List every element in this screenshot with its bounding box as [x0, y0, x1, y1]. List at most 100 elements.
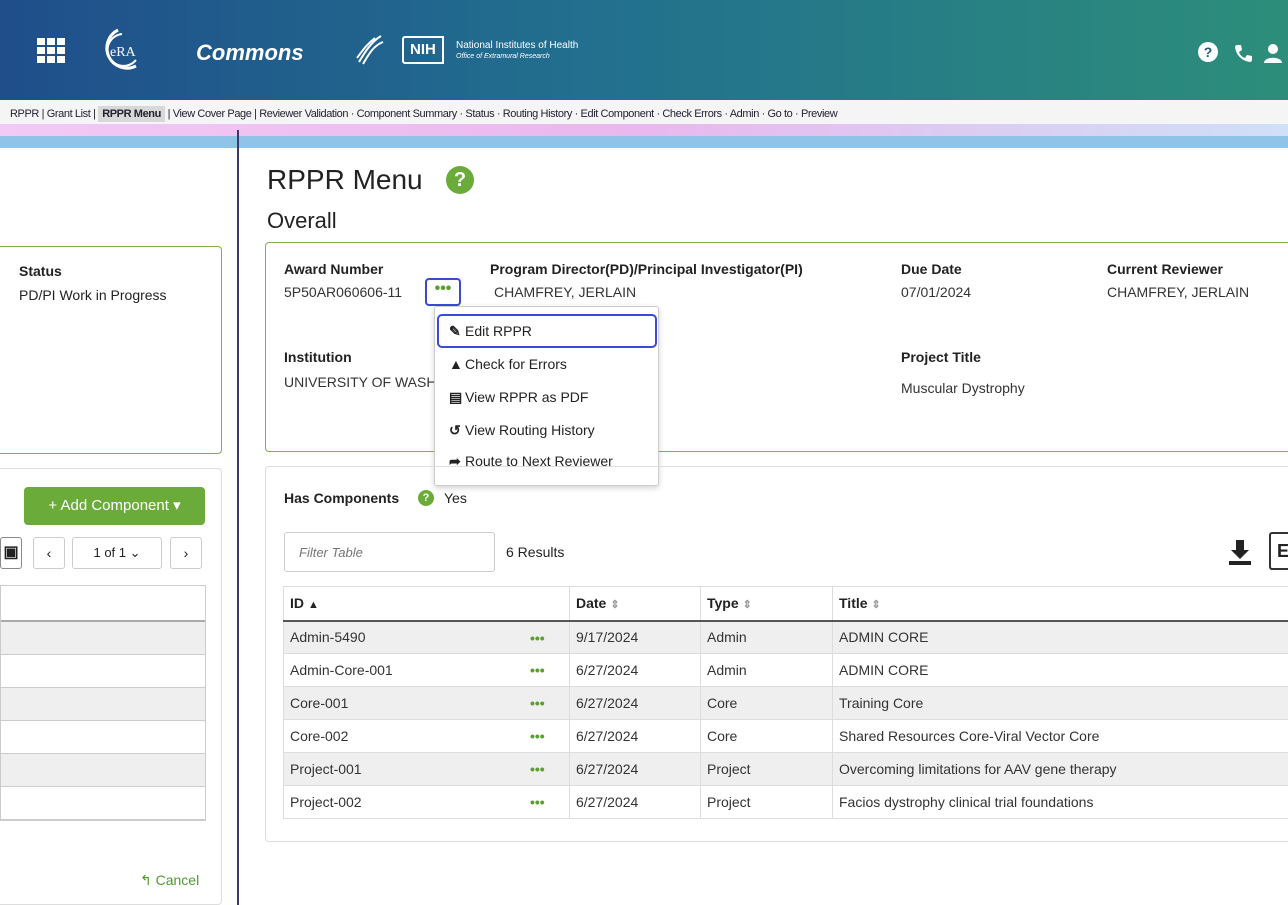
menu-item-view-pdf[interactable]: ▤ View RPPR as PDF — [449, 389, 588, 406]
current-reviewer-value: CHAMFREY, JERLAIN — [1107, 284, 1250, 300]
col-header-title[interactable]: Title ⇕ — [832, 586, 1288, 622]
nih-name: National Institutes of Health Office of … — [456, 40, 578, 62]
left-list-row[interactable] — [1, 787, 205, 820]
sort-icon: ⇕ — [742, 599, 752, 612]
cancel-link[interactable]: ↰ Cancel — [140, 872, 199, 889]
menu-item-check-errors[interactable]: ▲ Check for Errors — [449, 356, 567, 372]
hhs-logo — [356, 35, 384, 65]
columns-icon[interactable]: ▣ — [0, 537, 22, 569]
component-type-cell: Core — [700, 686, 833, 720]
left-list-row[interactable] — [1, 688, 205, 721]
pdpi-value: CHAMFREY, JERLAIN — [494, 284, 637, 300]
component-title-cell: ADMIN CORE — [832, 620, 1288, 654]
left-list-table — [0, 585, 206, 821]
pdf-icon: ▤ — [449, 389, 463, 405]
pager-page-select[interactable]: 1 of 1 ⌄ — [72, 537, 162, 569]
breadcrumb-current: RPPR Menu — [98, 106, 165, 122]
sort-icon: ⇕ — [610, 599, 620, 612]
award-number-label: Award Number — [284, 261, 384, 277]
component-type-cell: Admin — [700, 653, 833, 687]
due-date-label: Due Date — [901, 261, 962, 277]
menu-item-label: View Routing History — [465, 422, 595, 438]
filter-table-input[interactable] — [284, 532, 495, 572]
menu-item-label: Edit RPPR — [465, 323, 532, 339]
row-actions-button[interactable]: ••• — [530, 728, 545, 744]
table-row[interactable]: Project-002 ••• 6/27/2024 Project Facios dys… — [283, 785, 1288, 819]
institution-label: Institution — [284, 349, 352, 365]
col-header-type[interactable]: Type ⇕ — [700, 586, 833, 622]
row-actions-button[interactable]: ••• — [530, 630, 545, 646]
component-date-cell: 6/27/2024 — [569, 719, 701, 753]
component-date-cell: 6/27/2024 — [569, 752, 701, 786]
component-date-cell: 6/27/2024 — [569, 653, 701, 687]
component-id-cell[interactable]: Project-002 ••• — [283, 785, 570, 819]
status-card: Status PD/PI Work in Progress — [0, 246, 222, 454]
page-subtitle: Overall — [267, 208, 337, 233]
left-list-row[interactable] — [1, 655, 205, 688]
left-list-row[interactable] — [1, 721, 205, 754]
help-icon[interactable]: ? — [446, 166, 474, 194]
component-date-cell: 9/17/2024 — [569, 620, 701, 654]
svg-text:eRA: eRA — [110, 45, 137, 60]
component-type-cell: Core — [700, 719, 833, 753]
table-header-row: ID ▲ Date ⇕ Type ⇕ Title ⇕ — [283, 586, 1288, 622]
sort-asc-icon: ▲ — [308, 599, 319, 612]
component-type-cell: Project — [700, 785, 833, 819]
award-actions-menu: ✎ Edit RPPR ▲ Check for Errors ▤ View RPPR … — [434, 306, 659, 486]
component-title-cell: Overcoming limitations for AAV gene ther… — [832, 752, 1288, 786]
download-icon[interactable] — [1227, 538, 1253, 566]
component-type-cell: Admin — [700, 620, 833, 654]
component-id-cell[interactable]: Admin-5490 ••• — [283, 620, 570, 654]
component-id-cell[interactable]: Core-001 ••• — [283, 686, 570, 720]
table-row[interactable]: Admin-Core-001 ••• 6/27/2024 Admin ADMIN COR… — [283, 653, 1288, 687]
decorative-strip — [0, 124, 1288, 136]
row-actions-button[interactable]: ••• — [530, 761, 545, 777]
sort-icon: ⇕ — [871, 599, 881, 612]
component-id-cell[interactable]: Admin-Core-001 ••• — [283, 653, 570, 687]
left-list-header — [1, 586, 205, 622]
menu-item-routing-history[interactable]: ↺ View Routing History — [449, 422, 595, 439]
table-row[interactable]: Core-001 ••• 6/27/2024 Core Training Core — [283, 686, 1288, 720]
component-date-cell: 6/27/2024 — [569, 686, 701, 720]
components-table: ID ▲ Date ⇕ Type ⇕ Title ⇕ Admin-5490 ••• 9/17… — [283, 586, 1288, 819]
left-list-row[interactable] — [1, 622, 205, 655]
pager-prev-button[interactable]: ‹ — [33, 537, 65, 569]
user-icon[interactable] — [1262, 42, 1284, 64]
nih-subtitle: Office of Extramural Research — [456, 53, 550, 60]
row-actions-button[interactable]: ••• — [530, 794, 545, 810]
left-list-row[interactable] — [1, 754, 205, 787]
column-chooser-icon[interactable]: E — [1269, 532, 1288, 570]
menu-item-label: View RPPR as PDF — [465, 389, 589, 405]
component-id-cell[interactable]: Core-002 ••• — [283, 719, 570, 753]
nih-title: National Institutes of Health — [456, 40, 579, 51]
due-date-value: 07/01/2024 — [901, 284, 972, 300]
help-icon[interactable]: ? — [418, 490, 434, 506]
panel-divider[interactable] — [237, 130, 239, 905]
era-logo[interactable]: eRA — [88, 26, 148, 74]
pager-next-button[interactable]: › — [170, 537, 202, 569]
apps-grid-icon[interactable] — [37, 38, 65, 64]
component-title-cell: Training Core — [832, 686, 1288, 720]
award-number-value: 5P50AR060606-11 — [284, 284, 403, 300]
current-reviewer-label: Current Reviewer — [1107, 261, 1223, 277]
breadcrumb-rest[interactable]: | View Cover Page | Reviewer Validation … — [165, 108, 838, 120]
warning-icon: ▲ — [449, 356, 463, 372]
breadcrumb: RPPR | Grant List | RPPR Menu | View Cov… — [10, 106, 838, 122]
award-actions-button[interactable]: ••• — [425, 278, 461, 306]
row-actions-button[interactable]: ••• — [530, 662, 545, 678]
breadcrumb-prev[interactable]: RPPR | Grant List | — [10, 108, 98, 120]
top-header: eRA Commons NIH National Institutes of H… — [0, 0, 1288, 100]
table-row[interactable]: Admin-5490 ••• 9/17/2024 Admin ADMIN CORE — [283, 620, 1288, 654]
help-icon[interactable]: ? — [1198, 42, 1218, 62]
phone-icon[interactable] — [1232, 42, 1254, 64]
col-header-id[interactable]: ID ▲ — [283, 586, 570, 622]
add-component-button[interactable]: + Add Component ▾ — [24, 487, 205, 525]
page-title: RPPR Menu — [267, 164, 423, 195]
row-actions-button[interactable]: ••• — [530, 695, 545, 711]
table-row[interactable]: Project-001 ••• 6/27/2024 Project Overcoming… — [283, 752, 1288, 786]
col-header-date[interactable]: Date ⇕ — [569, 586, 701, 622]
menu-item-edit-rppr[interactable]: ✎ Edit RPPR — [449, 323, 532, 340]
nih-logo: NIH — [402, 36, 444, 64]
component-id-cell[interactable]: Project-001 ••• — [283, 752, 570, 786]
table-row[interactable]: Core-002 ••• 6/27/2024 Core Shared Resources… — [283, 719, 1288, 753]
